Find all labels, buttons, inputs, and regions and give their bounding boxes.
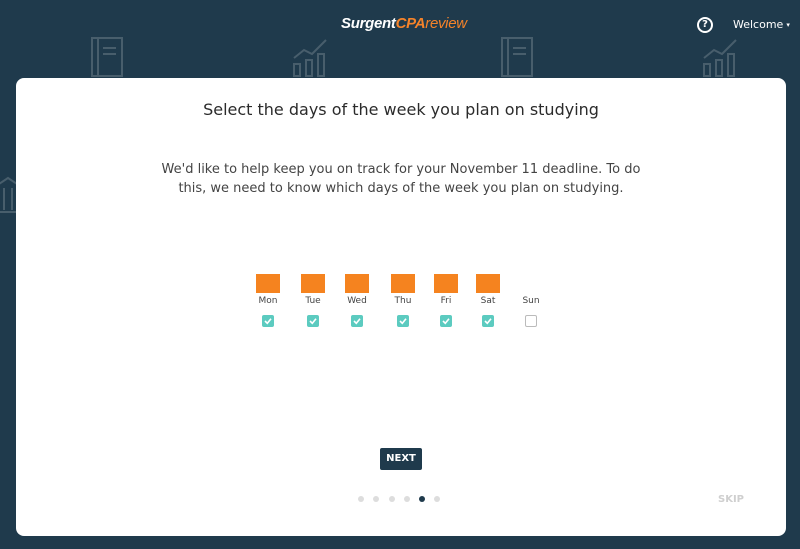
day-checkbox-wed[interactable] bbox=[351, 315, 363, 327]
day-option-tue[interactable]: Tue bbox=[293, 274, 333, 327]
day-option-sun[interactable]: Sun bbox=[511, 274, 551, 327]
day-label: Wed bbox=[347, 296, 367, 306]
day-checkbox-mon[interactable] bbox=[262, 315, 274, 327]
day-option-fri[interactable]: Fri bbox=[426, 274, 466, 327]
logo-text-review: review bbox=[425, 15, 467, 32]
page-title: Select the days of the week you plan on … bbox=[203, 100, 599, 119]
day-label: Sat bbox=[480, 296, 496, 306]
welcome-label: Welcome bbox=[733, 18, 784, 31]
onboarding-card: Select the days of the week you plan on … bbox=[16, 78, 786, 536]
day-checkbox-tue[interactable] bbox=[307, 315, 319, 327]
notebook-icon bbox=[501, 37, 533, 77]
day-indicator-bar bbox=[434, 274, 458, 293]
chart-icon bbox=[293, 39, 327, 77]
logo-text-surgent: Surgent bbox=[341, 15, 396, 32]
day-label: Mon bbox=[258, 296, 278, 306]
day-option-thu[interactable]: Thu bbox=[383, 274, 423, 327]
day-option-wed[interactable]: Wed bbox=[337, 274, 377, 327]
day-label: Tue bbox=[305, 296, 321, 306]
check-icon bbox=[309, 318, 317, 325]
chevron-down-icon: ▾ bbox=[786, 21, 790, 29]
description-text: We'd like to help keep you on track for … bbox=[161, 162, 641, 196]
check-icon bbox=[264, 318, 272, 325]
help-icon[interactable]: ? bbox=[697, 17, 713, 33]
day-indicator-bar bbox=[256, 274, 280, 293]
day-indicator-bar bbox=[519, 274, 543, 293]
day-checkbox-sat[interactable] bbox=[482, 315, 494, 327]
logo-text-cpa: CPA bbox=[395, 15, 426, 32]
check-icon bbox=[442, 318, 450, 325]
day-label: Sun bbox=[522, 296, 540, 306]
day-label: Thu bbox=[394, 296, 412, 306]
day-checkbox-sun[interactable] bbox=[525, 315, 537, 327]
next-button[interactable]: NEXT bbox=[380, 448, 422, 470]
progress-dot[interactable] bbox=[373, 496, 379, 502]
check-icon bbox=[484, 318, 492, 325]
progress-dot[interactable] bbox=[358, 496, 364, 502]
day-indicator-bar bbox=[301, 274, 325, 293]
day-label: Fri bbox=[440, 296, 452, 306]
skip-link[interactable]: SKIP bbox=[718, 494, 744, 505]
day-option-mon[interactable]: Mon bbox=[248, 274, 288, 327]
day-checkbox-thu[interactable] bbox=[397, 315, 409, 327]
surgent-cpa-review-logo[interactable]: SurgentCPAreview bbox=[341, 15, 467, 32]
progress-dot[interactable] bbox=[434, 496, 440, 502]
day-indicator-bar bbox=[476, 274, 500, 293]
welcome-menu[interactable]: Welcome ▾ bbox=[733, 18, 790, 31]
day-checkbox-fri[interactable] bbox=[440, 315, 452, 327]
progress-dot-active[interactable] bbox=[419, 496, 425, 502]
check-icon bbox=[399, 318, 407, 325]
day-option-sat[interactable]: Sat bbox=[468, 274, 508, 327]
check-icon bbox=[353, 318, 361, 325]
progress-dot[interactable] bbox=[404, 496, 410, 502]
day-indicator-bar bbox=[345, 274, 369, 293]
chart-icon bbox=[703, 39, 737, 77]
bank-icon bbox=[0, 176, 16, 213]
day-indicator-bar bbox=[391, 274, 415, 293]
progress-dot[interactable] bbox=[389, 496, 395, 502]
notebook-icon bbox=[91, 37, 123, 77]
